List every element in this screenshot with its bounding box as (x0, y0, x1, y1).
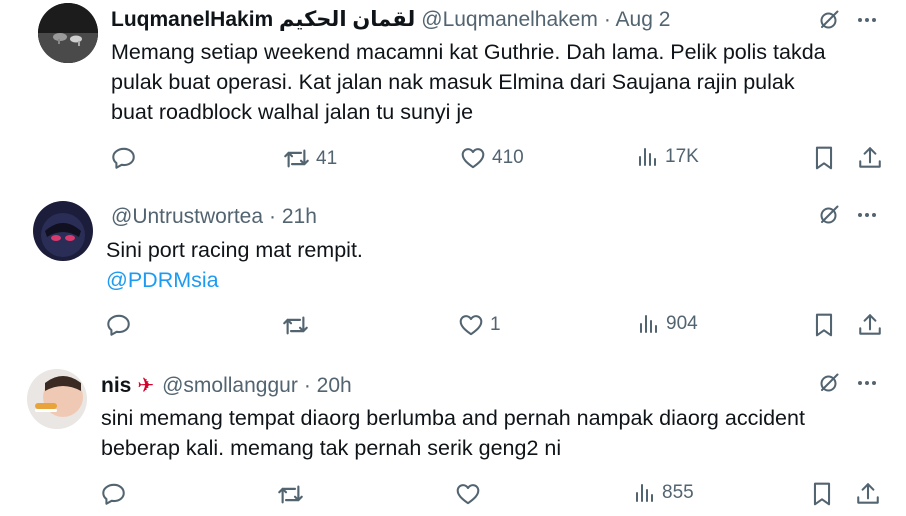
views-icon (636, 312, 660, 336)
bookmark-icon (809, 481, 835, 507)
tweet-header: LuqmanelHakim لقمان الحكيم @Luqmanelhake… (111, 7, 670, 32)
tweet[interactable]: LuqmanelHakim لقمان الحكيم @Luqmanelhake… (0, 0, 906, 184)
tweet-text-line: sini memang tempat diaorg berlumba and p… (101, 406, 805, 430)
views-button[interactable]: 904 (636, 312, 698, 336)
view-count: 17K (665, 146, 699, 167)
tweet[interactable]: @Untrustwortea · 21h Sini port racing ma… (0, 184, 906, 352)
reply-button[interactable] (106, 312, 132, 338)
timestamp[interactable]: · 20h (304, 374, 352, 398)
tweet-text: sini memang tempat diaorg berlumba and p… (101, 403, 805, 463)
tweet-text-line: pulak buat operasi. Kat jalan nak masuk … (111, 70, 795, 94)
tweet-text-line: Sini port racing mat rempit. (106, 238, 363, 262)
view-count: 904 (666, 313, 698, 334)
handle[interactable]: @Luqmanelhakem (421, 8, 598, 32)
more-icon[interactable] (855, 371, 879, 395)
bookmark-icon (811, 312, 837, 338)
grok-icon[interactable] (817, 371, 841, 395)
reply-button[interactable] (111, 145, 137, 171)
retweet-button[interactable]: 41 (283, 145, 337, 172)
reply-icon (106, 312, 132, 338)
retweet-count: 41 (316, 147, 338, 169)
handle[interactable]: @Untrustwortea (111, 205, 263, 229)
reply-button[interactable] (101, 481, 127, 507)
view-count: 855 (662, 482, 694, 503)
share-icon (857, 145, 883, 171)
avatar[interactable] (38, 3, 98, 63)
mention-link[interactable]: @PDRMsia (106, 265, 363, 295)
tweet-header: @Untrustwortea · 21h (111, 205, 317, 229)
tweet-text: Sini port racing mat rempit. @PDRMsia (106, 235, 363, 295)
like-count: 1 (490, 314, 501, 335)
bookmark-button[interactable] (809, 481, 835, 507)
views-icon (635, 145, 659, 169)
grok-icon[interactable] (817, 203, 841, 227)
tweet[interactable]: nis ✈ @smollanggur · 20h sini memang tem… (0, 352, 906, 516)
more-icon[interactable] (855, 203, 879, 227)
like-button[interactable]: 410 (460, 145, 524, 171)
avatar[interactable] (33, 201, 93, 261)
display-name[interactable]: LuqmanelHakim لقمان الحكيم (111, 7, 415, 32)
tweet-text-line: beberap kali. memang tak pernah serik ge… (101, 436, 562, 460)
tweet-text: Memang setiap weekend macamni kat Guthri… (111, 37, 826, 127)
emoji-icon: ✈ (137, 375, 155, 397)
bookmark-button[interactable] (811, 312, 837, 338)
tweet-text-line: buat roadblock walhal jalan tu sunyi je (111, 100, 474, 124)
views-button[interactable]: 17K (635, 145, 699, 169)
like-count: 410 (492, 147, 524, 168)
reply-icon (111, 145, 137, 171)
display-name[interactable]: nis (101, 374, 131, 398)
heart-icon (460, 145, 486, 171)
reply-icon (101, 481, 127, 507)
more-icon[interactable] (855, 8, 879, 32)
share-icon (857, 312, 883, 338)
bookmark-icon (811, 145, 837, 171)
grok-icon[interactable] (817, 8, 841, 32)
heart-icon (455, 481, 481, 507)
avatar[interactable] (27, 369, 87, 429)
retweet-button[interactable] (277, 481, 310, 508)
share-button[interactable] (855, 481, 881, 507)
timestamp[interactable]: · 21h (269, 205, 317, 229)
bookmark-button[interactable] (811, 145, 837, 171)
like-button[interactable]: 1 (458, 312, 501, 338)
share-icon (855, 481, 881, 507)
timestamp[interactable]: · Aug 2 (604, 8, 671, 32)
heart-icon (458, 312, 484, 338)
views-button[interactable]: 855 (632, 481, 694, 505)
handle[interactable]: @smollanggur (162, 374, 298, 398)
retweet-icon (277, 481, 304, 508)
tweet-header: nis ✈ @smollanggur · 20h (101, 373, 352, 398)
share-button[interactable] (857, 145, 883, 171)
retweet-button[interactable] (282, 312, 315, 339)
tweet-text-line: Memang setiap weekend macamni kat Guthri… (111, 40, 826, 64)
retweet-icon (282, 312, 309, 339)
like-button[interactable] (455, 481, 487, 507)
share-button[interactable] (857, 312, 883, 338)
views-icon (632, 481, 656, 505)
retweet-icon (283, 145, 310, 172)
